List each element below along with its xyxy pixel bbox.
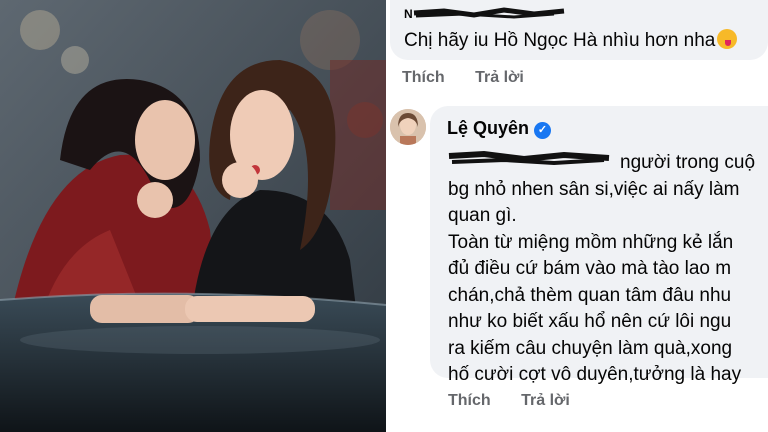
verified-badge-icon: ✓ [534, 122, 552, 139]
comment-line: ra kiếm câu chuyện làm quà,xong [448, 337, 733, 359]
comment-line: chán,chả thèm quan tâm đâu nhu [448, 284, 732, 306]
comment-line: như ko biết xấu hổ nên cứ lôi ngu [448, 311, 732, 332]
photo-two-women [0, 0, 386, 432]
facebook-comments-panel: N Chị hãy iu Hồ Ngọc Hà nhìu hơn nha Thí… [390, 0, 768, 432]
comment-line: người trong cuộ [620, 152, 756, 173]
svg-text:N: N [404, 7, 413, 21]
comment-line: hố cười cợt vô duyên,tưởng là hay [448, 364, 742, 385]
comment-1-text: Chị hãy iu Hồ Ngọc Hà nhìu hơn nha [404, 29, 738, 52]
comment-1-text-content: Chị hãy iu Hồ Ngọc Hà nhìu hơn nha [404, 30, 716, 51]
avatar-image [390, 109, 426, 145]
comment-line: Toàn từ miệng mồm những kẻ lắn [448, 231, 734, 253]
photo-icon [0, 0, 386, 432]
author-name[interactable]: Lệ Quyên [447, 118, 529, 138]
comment-bubble-1: N Chị hãy iu Hồ Ngọc Hà nhìu hơn nha [390, 0, 768, 60]
avatar[interactable] [390, 109, 426, 145]
comment-1-actions: Thích Trả lời [402, 69, 550, 87]
comment-line: bg nhỏ nhen sân si,việc ai nấy làm [448, 178, 740, 200]
like-link[interactable]: Thích [402, 69, 445, 86]
comment-bubble-2: Lệ Quyên ✓ người trong cuộ bg nhỏ nhen sâ… [430, 106, 768, 385]
reply-link[interactable]: Trả lời [521, 392, 570, 409]
comment-2-text: người trong cuộ bg nhỏ nhen sân si,việc … [448, 150, 768, 389]
laughing-face-icon [717, 29, 738, 49]
comment-line: đủ điều cứ bám vào mà tào lao m [448, 258, 732, 279]
like-link[interactable]: Thích [448, 392, 491, 409]
reply-link[interactable]: Trả lời [475, 69, 524, 86]
comment-line: quan gì. [448, 205, 517, 226]
comment-2-author[interactable]: Lệ Quyên ✓ [447, 118, 552, 139]
redacted-author-name: N [404, 7, 565, 21]
comment-2-actions: Thích Trả lời [448, 392, 596, 410]
